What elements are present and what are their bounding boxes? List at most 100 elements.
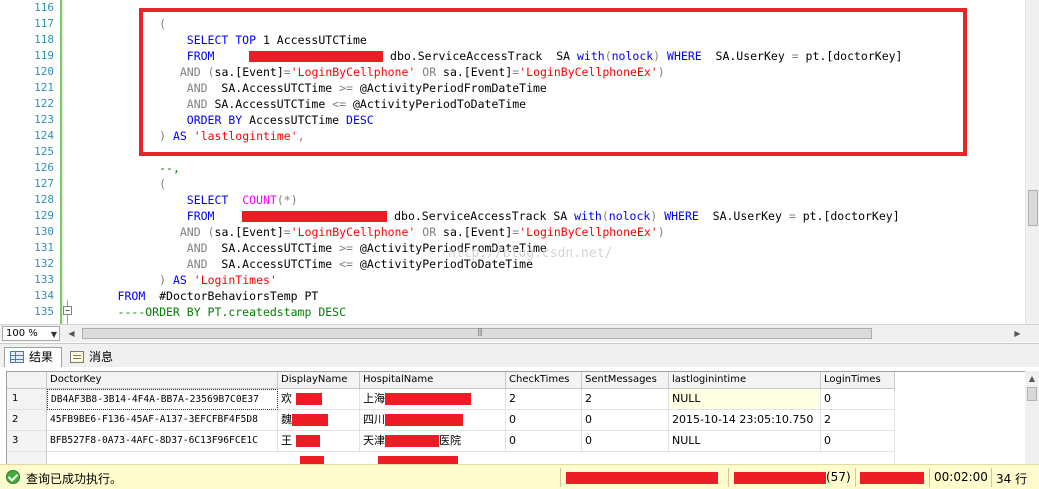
code-token: #DoctorBehaviorsTemp PT xyxy=(145,289,319,303)
change-tracking-bar xyxy=(60,0,64,324)
cell-hospitalname[interactable]: 天津 医院 xyxy=(360,431,506,452)
cell-sentmessages[interactable]: 0 xyxy=(582,410,669,431)
code-token: AND xyxy=(179,225,201,239)
tab-messages[interactable]: 消息 xyxy=(64,347,120,367)
editor-vertical-scroll-thumb[interactable] xyxy=(1028,190,1038,226)
status-separator xyxy=(560,468,561,487)
code-token: ( xyxy=(601,209,609,223)
zoom-select[interactable]: 100 % ▼ xyxy=(2,326,60,341)
chevron-down-icon[interactable]: ▼ xyxy=(51,328,57,341)
cell-sentmessages[interactable]: 0 xyxy=(582,431,669,452)
code-token: ) xyxy=(290,193,298,207)
code-line[interactable]: AND (sa.[Event]='LoginByCellphone' OR sa… xyxy=(76,224,665,240)
scroll-right-icon[interactable]: ▶ xyxy=(1010,326,1025,341)
cell-text: 上海 xyxy=(363,392,385,405)
code-token: = xyxy=(788,209,796,223)
column-header-sentmessages[interactable]: SentMessages xyxy=(582,372,669,389)
column-header-hospitalname[interactable]: HospitalName xyxy=(360,372,506,389)
code-token: ( xyxy=(276,193,284,207)
tab-results-label: 结果 xyxy=(29,350,54,364)
scroll-left-icon[interactable]: ◀ xyxy=(64,326,79,341)
line-number: 133 xyxy=(34,273,54,286)
scroll-up-icon[interactable]: ▲ xyxy=(1025,371,1039,386)
column-header-checktimes[interactable]: CheckTimes xyxy=(506,372,582,389)
code-token: = xyxy=(283,225,291,239)
code-line[interactable]: ) AS 'LoginTimes' xyxy=(76,272,277,288)
code-token: ( xyxy=(207,225,215,239)
cell-checktimes[interactable]: 2 xyxy=(506,389,582,410)
code-token: ) xyxy=(657,225,665,239)
tab-results[interactable]: 结果 xyxy=(4,347,62,367)
cell-hospitalname[interactable]: 上海 xyxy=(360,389,506,410)
line-number: 116 xyxy=(34,1,54,14)
row-number[interactable] xyxy=(7,452,47,464)
line-number: 120 xyxy=(34,65,54,78)
code-token: ( xyxy=(159,177,167,191)
code-token: AND xyxy=(186,241,208,255)
cell-logintimes[interactable]: 0 xyxy=(821,389,895,410)
code-token: --, xyxy=(159,161,180,175)
results-grid[interactable]: DoctorKey DisplayName HospitalName Check… xyxy=(6,371,1025,464)
cell-logintimes[interactable]: 2 xyxy=(821,410,895,431)
column-header-doctorkey[interactable]: DoctorKey xyxy=(47,372,278,389)
column-header-logintimes[interactable]: LoginTimes xyxy=(821,372,895,389)
code-line[interactable]: FROM #DoctorBehaviorsTemp PT xyxy=(76,288,319,304)
cell-lastloginintime[interactable]: NULL xyxy=(669,389,821,410)
code-line[interactable]: --, xyxy=(76,160,180,176)
line-number: 128 xyxy=(34,193,54,206)
row-header-corner[interactable] xyxy=(7,372,47,389)
code-token: sa.[Event] xyxy=(214,225,284,239)
line-number: 122 xyxy=(34,97,54,110)
cell-displayname[interactable]: 魏 xyxy=(278,410,360,431)
cell-checktimes[interactable]: 0 xyxy=(506,410,582,431)
code-token: <= xyxy=(339,257,353,271)
cell-sentmessages[interactable]: 2 xyxy=(582,389,669,410)
editor-horizontal-scroll-thumb[interactable] xyxy=(82,327,872,339)
line-number: 124 xyxy=(34,129,54,142)
code-token: dbo.ServiceAccessTrack SA xyxy=(387,209,575,223)
row-number[interactable]: 1 xyxy=(7,389,47,410)
cell-checktimes[interactable]: 0 xyxy=(506,431,582,452)
cell-doctorkey[interactable]: 45FB9BE6-F136-45AF-A137-3EFCFBF4F5D8 xyxy=(47,410,278,431)
cell-displayname[interactable]: 王 xyxy=(278,431,360,452)
code-line[interactable]: ----ORDER BY PT.createdstamp DESC xyxy=(76,304,346,320)
cell-doctorkey[interactable]: BFB527F8-0A73-4AFC-8D37-6C13F96FCE1C xyxy=(47,431,278,452)
line-number: 127 xyxy=(34,177,54,190)
table-row-partial[interactable] xyxy=(47,452,895,464)
cell-hospitalname[interactable]: 四川 xyxy=(360,410,506,431)
cell-logintimes[interactable]: 0 xyxy=(821,431,895,452)
code-line[interactable]: ( xyxy=(76,176,166,192)
column-header-displayname[interactable]: DisplayName xyxy=(278,372,360,389)
cell-displayname[interactable]: 欢 xyxy=(278,389,360,410)
column-header-lastloginintime[interactable]: lastloginintime xyxy=(669,372,821,389)
grid-vertical-scrollbar[interactable]: ▲ xyxy=(1025,371,1039,464)
line-number: 117 xyxy=(34,17,54,30)
cell-lastloginintime[interactable]: NULL xyxy=(669,431,821,452)
cell-doctorkey[interactable]: DB4AF3B8-3B14-4F4A-BB7A-23569B7C0E37 xyxy=(47,389,278,410)
line-number: 131 xyxy=(34,241,54,254)
sql-editor[interactable]: 116 117 118 119 120 121 122 123 124 125 126 127 128 1… xyxy=(0,0,1039,324)
line-number: 130 xyxy=(34,225,54,238)
row-number[interactable]: 2 xyxy=(7,410,47,431)
elapsed-time: 00:02:00 xyxy=(934,470,988,484)
grid-vertical-scroll-thumb[interactable] xyxy=(1027,387,1037,401)
database-name-redaction xyxy=(860,472,924,484)
editor-horizontal-scrollbar[interactable]: ◀ ▶ xyxy=(64,326,1025,341)
user-name-redaction xyxy=(734,472,826,484)
cell-lastloginintime[interactable]: 2015-10-14 23:05:10.750 xyxy=(669,410,821,431)
code-line[interactable]: SELECT COUNT(*) xyxy=(76,192,298,208)
fold-minus-icon[interactable]: − xyxy=(63,306,72,315)
editor-vertical-scrollbar[interactable] xyxy=(1025,0,1039,324)
code-token: ) xyxy=(159,273,167,287)
line-number: 135 xyxy=(34,305,54,318)
code-line[interactable]: FROM dbo.ServiceAccessTrack SA with(nolo… xyxy=(76,208,900,224)
code-token: SA.AccessUTCTime xyxy=(207,257,340,271)
row-number[interactable]: 3 xyxy=(7,431,47,452)
code-token: OR xyxy=(422,225,437,239)
